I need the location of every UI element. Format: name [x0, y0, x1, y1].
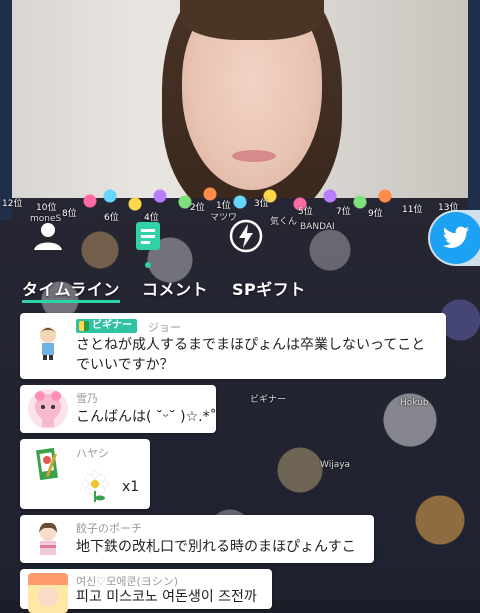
- avatar: [28, 573, 68, 613]
- badge-label: ビギナー: [92, 320, 132, 331]
- tab-timeline[interactable]: タイムライン: [22, 276, 120, 300]
- video-lips: [232, 150, 276, 162]
- comment-text: こんばんは( ˘ᵕ˘ )☆.*˚: [76, 409, 217, 425]
- bg-text: Wijaya: [320, 460, 351, 470]
- beginner-badge: ビギナー: [76, 319, 137, 333]
- comment-text: 地下鉄の改札口で別れる時のまほぴょんすこ: [76, 539, 356, 555]
- comment-text: 피고 미스코노 여돈생이 즈전까: [76, 589, 257, 605]
- bg-text: 気くん: [270, 217, 298, 227]
- person-icon[interactable]: [30, 218, 66, 254]
- comment-text: さとねが成人するまでまほぴょんは卒業しないってこと でいいですか？: [76, 335, 425, 375]
- rank-label: 5位: [298, 207, 313, 217]
- user-name: 雪乃: [76, 392, 98, 405]
- flower-icon: [78, 469, 112, 503]
- rank-label: 10位: [36, 203, 57, 213]
- list-item[interactable]: 雪乃 こんばんは( ˘ᵕ˘ )☆.*˚: [20, 385, 217, 433]
- rank-label: 11位: [402, 205, 423, 215]
- twitter-share-button[interactable]: [430, 212, 480, 264]
- gift-stars: [80, 186, 400, 216]
- user-name: ハヤシ: [76, 447, 109, 460]
- bg-text: ビギナー: [250, 395, 287, 405]
- tab-sp-gift[interactable]: SPギフト: [232, 276, 306, 300]
- bg-text: Hokub: [400, 398, 429, 408]
- live-video[interactable]: [12, 0, 468, 198]
- list-item[interactable]: ハヤシ x1: [20, 439, 150, 509]
- list-item[interactable]: ビギナー ジョー さとねが成人するまでまほぴょんは卒業しないってこと でいいです…: [20, 313, 446, 379]
- rank-label: 3位: [254, 199, 269, 209]
- bg-text: BANDAI: [300, 222, 335, 232]
- rank-label: 2位: [190, 203, 205, 213]
- user-name: 餃子のポーチ: [76, 522, 142, 535]
- tab-underline: [22, 300, 120, 303]
- list-item[interactable]: 餃子のポーチ 地下鉄の改札口で別れる時のまほぴょんすこ: [20, 515, 374, 563]
- tab-comment[interactable]: コメント: [142, 276, 208, 300]
- twitter-icon: [442, 226, 469, 248]
- active-tab-dot: [145, 262, 151, 268]
- video-bangs: [180, 0, 324, 40]
- comment-line: でいいですか？: [76, 357, 174, 373]
- left-strip: [0, 0, 12, 220]
- avatar: [28, 321, 68, 361]
- avatar: [28, 389, 68, 429]
- timeline-icon[interactable]: [130, 218, 166, 254]
- rank-label: 6位: [104, 213, 119, 223]
- comment-line: さとねが成人するまでまほぴょんは卒業しないってこと: [76, 337, 426, 353]
- user-name: ジョー: [148, 321, 181, 334]
- lightning-icon[interactable]: [228, 218, 264, 254]
- gift-count: x1: [122, 479, 140, 495]
- avatar: [28, 519, 68, 559]
- list-item[interactable]: 여신♡모에쿤(ヨシン) 피고 미스코노 여돈생이 즈전까: [20, 569, 272, 613]
- rank-label: 12位: [2, 199, 23, 209]
- avatar: [28, 445, 68, 485]
- beginner-leaf-icon: [79, 321, 89, 331]
- rank-label: 7位: [336, 207, 351, 217]
- right-strip: [468, 0, 480, 220]
- rank-label: 9位: [368, 209, 383, 219]
